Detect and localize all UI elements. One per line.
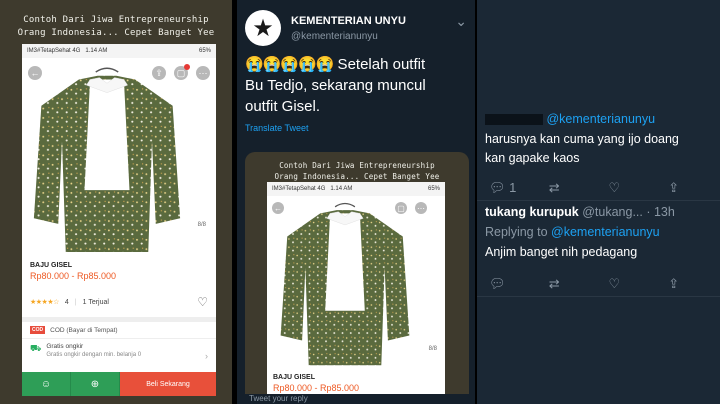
reply-2: tukang kurupuk @tukang... · 13h Replying…: [477, 205, 720, 292]
shipping-row[interactable]: ⛟ Gratis ongkir Gratis ongkir dengan min…: [22, 338, 216, 365]
reply-2-author-name: tukang kurupuk: [485, 205, 579, 219]
chevron-right-icon: ›: [205, 351, 208, 361]
embed-status-battery: 65%: [427, 186, 440, 192]
truck-icon: ⛟: [30, 343, 42, 353]
embed-phone-screen: IM3#TetapSehat 4G 1.14 AM 65% ← ▢ ⋯ 8/8 …: [267, 182, 445, 404]
tweet-text-line-1: Setelah outfit: [333, 56, 426, 73]
translate-tweet-link[interactable]: Translate Tweet: [237, 117, 475, 139]
tweet-text-line-2: Bu Tedjo, sekarang muncul: [245, 77, 426, 94]
embed-product-price: Rp80.000 - Rp85.000: [273, 383, 360, 393]
retweet-icon[interactable]: ⇄: [549, 180, 609, 196]
chat-icon: ☺: [40, 378, 52, 390]
shipping-text: Gratis ongkir Gratis ongkir dengan min. …: [46, 343, 141, 358]
reply-1-reply-count: 1: [509, 180, 517, 195]
cart-plus-icon: ⊕: [90, 378, 100, 390]
cod-text: COD (Bayar di Tempat): [50, 326, 118, 334]
account-name[interactable]: KEMENTERIAN UNYU: [291, 15, 406, 27]
phone-screen: IM3#TetapSehat 4G 1.14 AM 65% ← ⇪ ▢ ⋯ 8/…: [22, 44, 216, 396]
like-heart-icon[interactable]: ♡: [609, 276, 669, 292]
reply-action[interactable]: 💬︎ 1: [489, 180, 549, 196]
rating-count: 4: [64, 298, 69, 306]
retweet-icon[interactable]: ⇄: [549, 276, 609, 292]
tweet-header: ★ KEMENTERIAN UNYU @kementerianunyu ⌄: [237, 0, 475, 46]
reply-2-replying-to: Replying to @kementerianunyu: [485, 225, 720, 239]
reply-1: @kementerianunyu harusnya kan cuma yang …: [477, 112, 720, 196]
shipping-subtitle: Gratis ongkir dengan min. belanja 0: [46, 352, 142, 358]
reply-1-text-line-1: harusnya kan cuma yang ijo doang: [485, 132, 679, 146]
image-counter: 8/8: [197, 222, 206, 228]
like-heart-icon[interactable]: ♡: [609, 180, 669, 196]
reply-2-author-meta: @tukang... · 13h: [578, 205, 675, 219]
cart-badge: [184, 64, 190, 70]
reply-1-mention[interactable]: @kementerianunyu: [546, 112, 655, 126]
chat-button[interactable]: ☺: [22, 372, 71, 396]
share-icon[interactable]: ⇪: [668, 276, 720, 292]
tweet-image[interactable]: Contoh Dari Jiwa Entrepreneurship Orang …: [245, 152, 469, 404]
comment-icon: 💬︎: [489, 180, 506, 195]
cod-row: COD COD (Bayar di Tempat): [22, 322, 216, 338]
caption: Contoh Dari Jiwa Entrepreneurship Orang …: [0, 14, 232, 40]
reply-1-actions: 💬︎ 1 ⇄ ♡ ⇪: [485, 180, 720, 196]
reply-1-text: harusnya kan cuma yang ijo doang kan gap…: [485, 130, 720, 168]
account-handle[interactable]: @kementerianunyu: [291, 31, 406, 42]
product-screenshot-panel: Contoh Dari Jiwa Entrepreneurship Orang …: [0, 0, 232, 404]
redacted-block: [485, 114, 543, 126]
reply-input[interactable]: Tweet your reply: [237, 394, 475, 404]
divider: [477, 296, 720, 297]
comment-icon[interactable]: 💬︎: [489, 276, 549, 292]
tweet-text: 😭😭😭😭😭 Setelah outfit Bu Tedjo, sekarang …: [237, 46, 475, 117]
embed-status-carrier: IM3#TetapSehat 4G: [272, 186, 326, 192]
embed-caption-line-2: Orang Indonesia... Cepet Banget Yee: [274, 172, 440, 181]
kimono-image: [32, 66, 182, 258]
reply-1-text-line-2: kan gapake kaos: [485, 151, 580, 165]
reply-2-replying-prefix: Replying to: [485, 225, 552, 239]
rating-row: ★★★★☆ 4 | 1 Terjual ♡: [30, 295, 208, 309]
replies-panel: @kementerianunyu harusnya kan cuma yang …: [477, 0, 720, 404]
embed-image-counter: 8/8: [428, 346, 437, 352]
reply-2-actions: 💬︎ ⇄ ♡ ⇪: [485, 276, 720, 292]
embed-status-time: 1.14 AM: [330, 186, 353, 192]
embed-status-bar: IM3#TetapSehat 4G 1.14 AM 65%: [267, 182, 445, 196]
more-icon[interactable]: ⋯: [196, 66, 210, 80]
add-to-cart-button[interactable]: ⊕: [71, 372, 120, 396]
tweet-text-line-3: outfit Gisel.: [245, 98, 321, 115]
status-bar: IM3#TetapSehat 4G 1.14 AM 65%: [22, 44, 216, 58]
embed-caption-line-1: Contoh Dari Jiwa Entrepreneurship: [279, 161, 435, 170]
share-icon[interactable]: ⇪: [668, 180, 720, 196]
caption-line-2: Orang Indonesia... Cepet Banget Yee: [17, 28, 215, 38]
embed-kimono-image: [279, 202, 411, 370]
embed-product-name: BAJU GISEL: [273, 374, 316, 381]
shipping-title: Gratis ongkir: [46, 343, 84, 350]
product-info: BAJU GISEL Rp80.000 - Rp85.000 ★★★★☆ 4 |…: [22, 258, 216, 313]
buy-now-button[interactable]: Beli Sekarang: [120, 372, 216, 396]
reply-2-mention[interactable]: @kementerianunyu: [551, 225, 660, 239]
embed-more-icon: ⋯: [415, 202, 427, 214]
embed-product-image: ← ▢ ⋯ 8/8: [267, 196, 445, 372]
reply-1-replying-to: @kementerianunyu: [485, 112, 720, 126]
caption-line-1: Contoh Dari Jiwa Entrepreneurship: [23, 15, 209, 25]
star-rating-icon: ★★★★☆: [30, 299, 59, 306]
reply-2-text: Anjim banget nih pedagang: [485, 245, 638, 259]
separator: |: [74, 298, 77, 306]
product-price: Rp80.000 - Rp85.000: [30, 271, 117, 281]
status-carrier: IM3#TetapSehat 4G: [27, 48, 81, 54]
crying-emoji-icon: 😭😭😭😭😭: [245, 56, 334, 73]
wishlist-heart-icon[interactable]: ♡: [197, 295, 208, 309]
divider: [477, 200, 720, 201]
status-battery: 65%: [198, 48, 211, 54]
embed-caption: Contoh Dari Jiwa Entrepreneurship Orang …: [245, 160, 469, 182]
embed-product-info: BAJU GISEL Rp80.000 - Rp85.000: [267, 372, 445, 395]
chevron-down-icon[interactable]: ⌄: [455, 13, 467, 30]
product-image[interactable]: ← ⇪ ▢ ⋯ 8/8: [22, 58, 216, 258]
sold-count: 1 Terjual: [82, 298, 109, 306]
status-time: 1.14 AM: [85, 48, 108, 54]
tweet-panel: ★ KEMENTERIAN UNYU @kementerianunyu ⌄ 😭😭…: [237, 0, 475, 404]
product-name: BAJU GISEL: [30, 262, 73, 269]
reply-2-author[interactable]: tukang kurupuk @tukang... · 13h: [485, 205, 720, 219]
cod-tag: COD: [30, 326, 46, 334]
bottom-action-bar: ☺ ⊕ Beli Sekarang: [22, 372, 216, 396]
avatar-star-icon[interactable]: ★: [245, 10, 281, 46]
